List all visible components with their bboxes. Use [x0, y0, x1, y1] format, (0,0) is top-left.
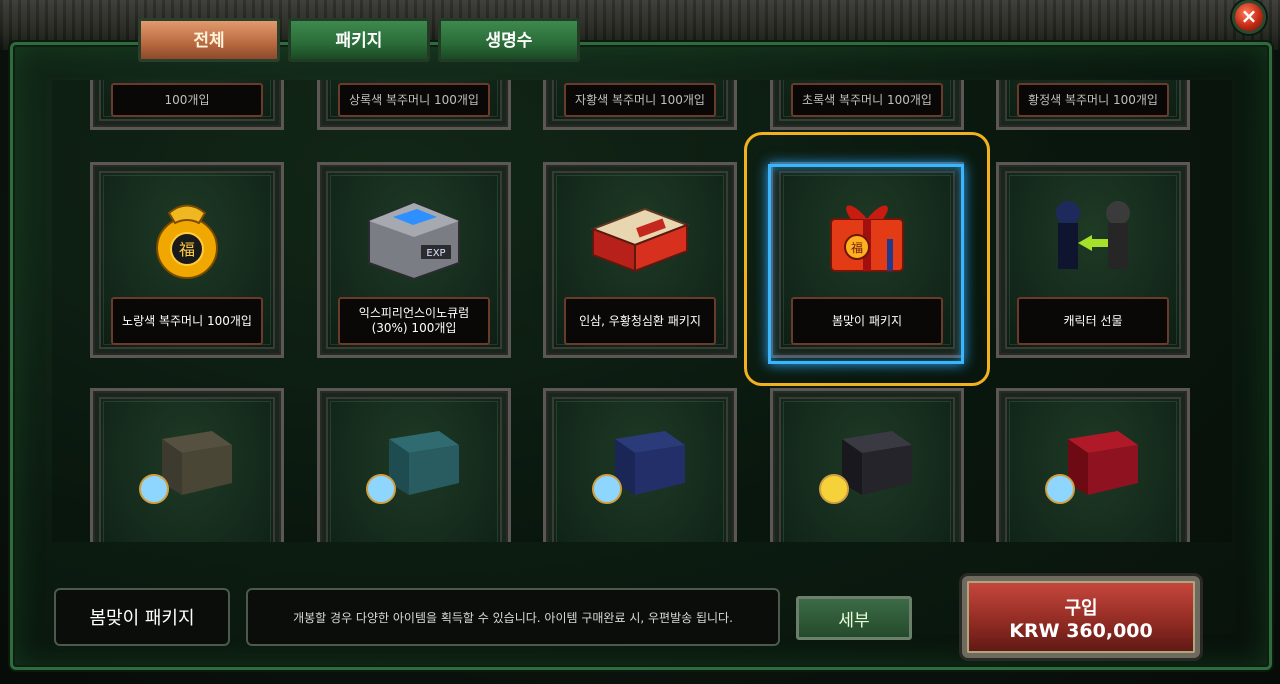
item-card[interactable]: 자황색 복주머니 100개입: [543, 80, 737, 130]
black-chest-potion-icon: [812, 419, 922, 513]
tab-all[interactable]: 전체: [138, 18, 280, 62]
item-card-exp[interactable]: EXP 익스피리언스이노큐럼 (30%) 100개입: [317, 162, 511, 358]
character-gift-icon: [1038, 191, 1148, 285]
navy-chest-potion-icon: [585, 419, 695, 513]
item-label: 초록색 복주머니 100개입: [791, 83, 943, 117]
item-card[interactable]: [996, 388, 1190, 542]
item-card-gold-pouch[interactable]: 福 노랑색 복주머니 100개입: [90, 162, 284, 358]
tab-package[interactable]: 패키지: [288, 18, 430, 62]
item-card-character-gift[interactable]: 캐릭터 선물: [996, 162, 1190, 358]
shop-window: × 전체 패키지 생명수 100개입 상록색 복주머니 100개입 자황색 복주…: [0, 0, 1280, 684]
item-card[interactable]: 황정색 복주머니 100개입: [996, 80, 1190, 130]
buy-label: 구입: [1064, 598, 1098, 619]
item-label: 자황색 복주머니 100개입: [564, 83, 716, 117]
price-label: KRW 360,000: [1009, 620, 1153, 642]
item-label: 익스피리언스이노큐럼 (30%) 100개입: [338, 297, 490, 345]
selected-item-name: 봄맞이 패키지: [54, 588, 230, 646]
close-icon: ×: [1240, 4, 1258, 28]
item-card[interactable]: [543, 388, 737, 542]
item-label: 황정색 복주머니 100개입: [1017, 83, 1169, 117]
selection-highlight: [744, 132, 990, 386]
dark-chest-potion-icon: [132, 419, 242, 513]
selected-item-description: 개봉할 경우 다양한 아이템을 획득할 수 있습니다. 아이템 구매완료 시, …: [246, 588, 780, 646]
svg-text:EXP: EXP: [426, 248, 445, 259]
item-card-ginseng[interactable]: 인삼, 우황청심환 패키지: [543, 162, 737, 358]
buy-button[interactable]: 구입 KRW 360,000: [962, 576, 1200, 658]
item-label: 상록색 복주머니 100개입: [338, 83, 490, 117]
item-grid[interactable]: 100개입 상록색 복주머니 100개입 자황색 복주머니 100개입 초록색 …: [52, 80, 1232, 542]
item-label: 100개입: [111, 83, 263, 117]
item-card[interactable]: 100개입: [90, 80, 284, 130]
item-card[interactable]: [317, 388, 511, 542]
exp-crate-icon: EXP: [359, 191, 469, 285]
item-card[interactable]: 상록색 복주머니 100개입: [317, 80, 511, 130]
svg-text:福: 福: [179, 240, 195, 259]
item-label: 인삼, 우황청심환 패키지: [564, 297, 716, 345]
close-button[interactable]: ×: [1232, 0, 1266, 34]
red-box-icon: [585, 199, 695, 283]
teal-chest-potion-icon: [359, 419, 469, 513]
red-chest-potion-icon: [1038, 419, 1148, 513]
item-card[interactable]: [770, 388, 964, 542]
item-card[interactable]: [90, 388, 284, 542]
item-label: 노랑색 복주머니 100개입: [111, 297, 263, 345]
item-card[interactable]: 초록색 복주머니 100개입: [770, 80, 964, 130]
item-label: 캐릭터 선물: [1017, 297, 1169, 345]
tab-life-water[interactable]: 생명수: [438, 18, 580, 62]
gold-pouch-icon: 福: [147, 193, 227, 287]
detail-button[interactable]: 세부: [796, 596, 912, 640]
